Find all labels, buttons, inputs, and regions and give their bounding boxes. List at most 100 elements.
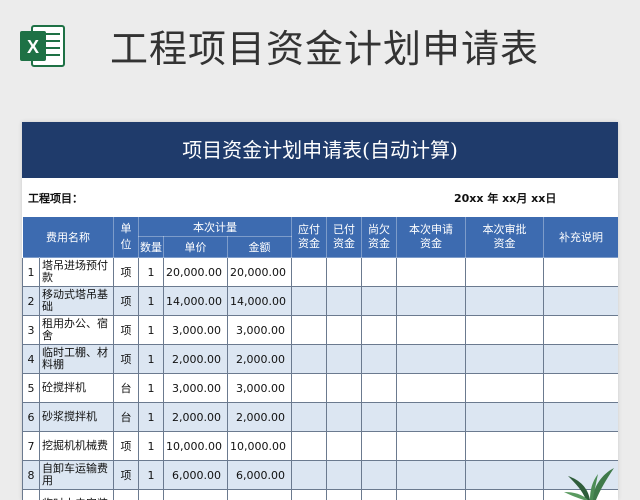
- note-cell[interactable]: [543, 431, 618, 461]
- fee-name-cell[interactable]: 挖掘机机械费: [39, 431, 114, 461]
- approve-cell[interactable]: [465, 257, 544, 287]
- unit-cell[interactable]: 项: [113, 431, 139, 461]
- fee-name-cell[interactable]: 临时工棚、材料棚: [39, 344, 114, 374]
- row-number[interactable]: 1: [22, 257, 40, 287]
- owed-cell[interactable]: [361, 315, 397, 345]
- qty-cell[interactable]: 1: [138, 257, 164, 287]
- price-cell[interactable]: 2,000.00: [163, 344, 228, 374]
- price-cell[interactable]: 10,000.00: [163, 431, 228, 461]
- fee-name-cell[interactable]: 砼搅拌机: [39, 373, 114, 403]
- paid-cell[interactable]: [326, 373, 362, 403]
- payable-cell[interactable]: [291, 489, 327, 500]
- paid-cell[interactable]: [326, 286, 362, 316]
- row-number[interactable]: 7: [22, 431, 40, 461]
- note-cell[interactable]: [543, 373, 618, 403]
- owed-cell[interactable]: [361, 489, 397, 500]
- unit-cell[interactable]: [113, 489, 139, 500]
- fee-name-cell[interactable]: 自卸车运输费用: [39, 460, 114, 490]
- payable-cell[interactable]: [291, 286, 327, 316]
- qty-cell[interactable]: 1: [138, 286, 164, 316]
- approve-cell[interactable]: [465, 489, 544, 500]
- row-number[interactable]: 6: [22, 402, 40, 432]
- qty-cell[interactable]: [138, 489, 164, 500]
- qty-cell[interactable]: 1: [138, 315, 164, 345]
- approve-cell[interactable]: [465, 344, 544, 374]
- owed-cell[interactable]: [361, 257, 397, 287]
- price-cell[interactable]: 3,000.00: [163, 315, 228, 345]
- amount-cell[interactable]: 14,000.00: [227, 286, 292, 316]
- row-number[interactable]: [22, 489, 40, 500]
- approve-cell[interactable]: [465, 286, 544, 316]
- amount-cell[interactable]: 10,000.00: [227, 431, 292, 461]
- unit-cell[interactable]: 台: [113, 402, 139, 432]
- amount-cell[interactable]: 6,000.00: [227, 460, 292, 490]
- paid-cell[interactable]: [326, 489, 362, 500]
- note-cell[interactable]: [543, 344, 618, 374]
- unit-cell[interactable]: 项: [113, 460, 139, 490]
- owed-cell[interactable]: [361, 402, 397, 432]
- amount-cell[interactable]: 20,000.00: [227, 257, 292, 287]
- paid-cell[interactable]: [326, 315, 362, 345]
- approve-cell[interactable]: [465, 315, 544, 345]
- unit-cell[interactable]: 项: [113, 286, 139, 316]
- paid-cell[interactable]: [326, 344, 362, 374]
- fee-name-cell[interactable]: 租用办公、宿舍: [39, 315, 114, 345]
- payable-cell[interactable]: [291, 315, 327, 345]
- paid-cell[interactable]: [326, 257, 362, 287]
- amount-cell[interactable]: 3,000.00: [227, 315, 292, 345]
- payable-cell[interactable]: [291, 257, 327, 287]
- qty-cell[interactable]: 1: [138, 460, 164, 490]
- paid-cell[interactable]: [326, 431, 362, 461]
- apply-cell[interactable]: [396, 344, 466, 374]
- price-cell[interactable]: 6,000.00: [163, 460, 228, 490]
- approve-cell[interactable]: [465, 460, 544, 490]
- fee-name-cell[interactable]: 塔吊进场预付款: [39, 257, 114, 287]
- paid-cell[interactable]: [326, 402, 362, 432]
- row-number[interactable]: 8: [22, 460, 40, 490]
- note-cell[interactable]: [543, 402, 618, 432]
- price-cell[interactable]: 14,000.00: [163, 286, 228, 316]
- paid-cell[interactable]: [326, 460, 362, 490]
- unit-cell[interactable]: 项: [113, 344, 139, 374]
- apply-cell[interactable]: [396, 489, 466, 500]
- qty-cell[interactable]: 1: [138, 402, 164, 432]
- owed-cell[interactable]: [361, 460, 397, 490]
- apply-cell[interactable]: [396, 257, 466, 287]
- approve-cell[interactable]: [465, 402, 544, 432]
- unit-cell[interactable]: 项: [113, 315, 139, 345]
- owed-cell[interactable]: [361, 431, 397, 461]
- amount-cell[interactable]: 2,000.00: [227, 344, 292, 374]
- owed-cell[interactable]: [361, 373, 397, 403]
- fee-name-cell[interactable]: 临时水电安装: [39, 489, 114, 500]
- apply-cell[interactable]: [396, 315, 466, 345]
- owed-cell[interactable]: [361, 286, 397, 316]
- amount-cell[interactable]: 3,000.00: [227, 373, 292, 403]
- fee-name-cell[interactable]: 移动式塔吊基础: [39, 286, 114, 316]
- payable-cell[interactable]: [291, 402, 327, 432]
- payable-cell[interactable]: [291, 431, 327, 461]
- note-cell[interactable]: [543, 257, 618, 287]
- qty-cell[interactable]: 1: [138, 344, 164, 374]
- amount-cell[interactable]: [227, 489, 292, 500]
- row-number[interactable]: 3: [22, 315, 40, 345]
- payable-cell[interactable]: [291, 344, 327, 374]
- fee-name-cell[interactable]: 砂浆搅拌机: [39, 402, 114, 432]
- row-number[interactable]: 5: [22, 373, 40, 403]
- apply-cell[interactable]: [396, 460, 466, 490]
- price-cell[interactable]: 2,000.00: [163, 402, 228, 432]
- approve-cell[interactable]: [465, 431, 544, 461]
- price-cell[interactable]: 3,000.00: [163, 373, 228, 403]
- note-cell[interactable]: [543, 315, 618, 345]
- apply-cell[interactable]: [396, 286, 466, 316]
- apply-cell[interactable]: [396, 431, 466, 461]
- note-cell[interactable]: [543, 286, 618, 316]
- payable-cell[interactable]: [291, 460, 327, 490]
- qty-cell[interactable]: 1: [138, 431, 164, 461]
- approve-cell[interactable]: [465, 373, 544, 403]
- price-cell[interactable]: 20,000.00: [163, 257, 228, 287]
- qty-cell[interactable]: 1: [138, 373, 164, 403]
- owed-cell[interactable]: [361, 344, 397, 374]
- row-number[interactable]: 4: [22, 344, 40, 374]
- price-cell[interactable]: [163, 489, 228, 500]
- unit-cell[interactable]: 项: [113, 257, 139, 287]
